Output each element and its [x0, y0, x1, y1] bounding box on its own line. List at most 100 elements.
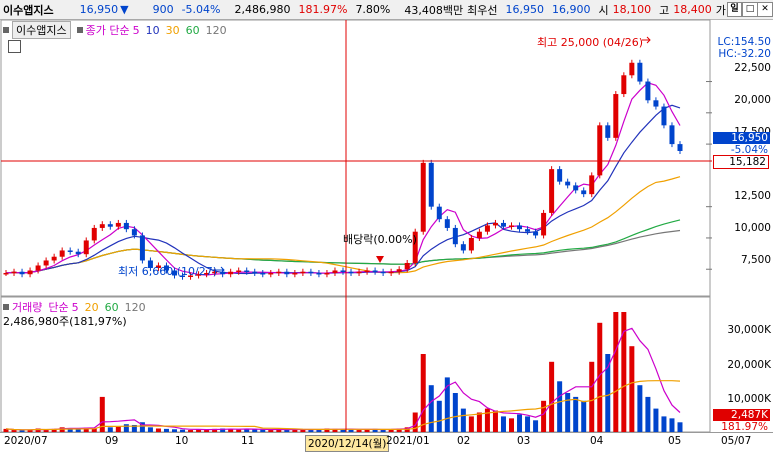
volume-bar [669, 418, 675, 432]
candle [428, 162, 434, 207]
candle [324, 272, 330, 275]
volume-bar [533, 420, 539, 432]
candle [115, 222, 121, 227]
candle [573, 185, 579, 191]
candle [420, 162, 426, 232]
high-arrow-icon [642, 36, 651, 44]
candle [75, 251, 81, 255]
dividend-annotation: 배당락(0.00%) [343, 233, 417, 246]
volume-info: 2,486,980주(181,97%) [3, 315, 127, 328]
x-tick-label: 02 [457, 435, 471, 447]
vol-tick-label: 30,000K [727, 324, 771, 336]
volume-bar [557, 381, 563, 432]
volume-bar [565, 393, 571, 432]
candle [67, 250, 73, 252]
candle [388, 271, 394, 274]
candle [348, 271, 354, 274]
candle [356, 271, 362, 274]
candle [653, 100, 659, 107]
crosshair-price-box: 15,182 [713, 155, 769, 169]
candle [91, 227, 97, 241]
volume-bar [621, 312, 627, 432]
candle [589, 175, 595, 195]
volume-bar [517, 414, 523, 432]
volume-bar [420, 354, 426, 432]
candle [252, 271, 258, 274]
candle [549, 169, 555, 213]
candle [220, 271, 226, 275]
low-annotation: 최저 6,660 (10/27) [118, 265, 218, 278]
volume-ma120[interactable]: 120 [125, 301, 146, 314]
candle [284, 271, 290, 275]
crosshair-date-label: 2020/12/14(월) [305, 435, 390, 452]
candle [380, 271, 386, 274]
candle [276, 271, 282, 274]
candle [533, 231, 539, 236]
candle [300, 271, 306, 274]
volume-bar [573, 396, 579, 432]
volume-bar [637, 385, 643, 432]
candle [436, 206, 442, 220]
current-volume-box: 2,487K [713, 409, 770, 421]
price-volume-chart[interactable] [0, 0, 773, 455]
x-tick-label: 2021/01 [386, 435, 430, 447]
candle [340, 270, 346, 272]
volume-bar [123, 424, 129, 432]
candle [244, 270, 250, 272]
volume-bar [653, 408, 659, 432]
candle [316, 272, 322, 275]
candle [107, 224, 113, 227]
candle [404, 262, 410, 270]
volume-ma5-line [5, 327, 681, 431]
candle [621, 75, 627, 95]
volume-bar [549, 361, 555, 432]
x-tick-label: 09 [105, 435, 119, 447]
candle [332, 270, 338, 273]
volume-bar [645, 396, 651, 432]
x-tick-label: 10 [175, 435, 189, 447]
candle [364, 270, 370, 272]
candle [613, 94, 619, 138]
y-tick-label: 7,500 [740, 254, 771, 266]
candle [236, 270, 242, 272]
x-tick-label: 2020/07 [4, 435, 48, 447]
volume-bar [436, 400, 442, 432]
volume-ma20[interactable]: 20 [85, 301, 99, 314]
x-tick-label: 11 [241, 435, 255, 447]
candle [444, 219, 450, 228]
candle [468, 237, 474, 251]
x-tick-label: 03 [517, 435, 531, 447]
candle [525, 229, 531, 232]
volume-bar [428, 385, 434, 432]
x-axis: 2020/07 09 10 11 2020/12/14(월) 2021/01 0… [0, 432, 773, 456]
x-tick-label: 04 [590, 435, 604, 447]
candle [476, 231, 482, 238]
candle [541, 212, 547, 236]
x-tick-label: 05/07 [721, 435, 752, 447]
y-tick-label: 22,500 [734, 62, 771, 74]
candle [517, 225, 523, 230]
candle [396, 269, 402, 272]
legend-square-icon [3, 304, 9, 310]
volume-ma5[interactable]: 5 [72, 301, 79, 314]
candle [605, 125, 611, 138]
candle [661, 106, 667, 126]
hc-label: HC:-32.20 [718, 48, 771, 60]
volume-bar [605, 354, 611, 432]
volume-bar [525, 416, 531, 432]
candle [11, 271, 17, 274]
lc-label: LC:154.50 [717, 36, 771, 48]
volume-bar [541, 400, 547, 432]
volume-bar [492, 410, 498, 432]
candle [460, 244, 466, 251]
candle [452, 227, 458, 245]
volume-ma60[interactable]: 60 [105, 301, 119, 314]
x-tick-label: 05 [668, 435, 682, 447]
volume-bar [468, 416, 474, 432]
y-tick-label: 10,000 [734, 222, 771, 234]
volume-bar [589, 361, 595, 432]
volume-bar [500, 416, 506, 432]
candle [51, 256, 57, 261]
current-price-box: 16,950 [713, 132, 770, 144]
volume-bar [629, 346, 635, 432]
